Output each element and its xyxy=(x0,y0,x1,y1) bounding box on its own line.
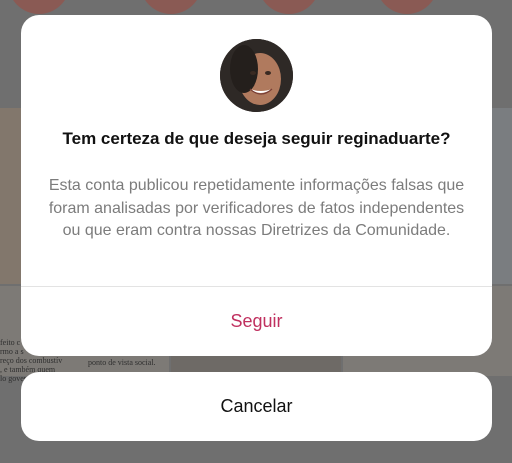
dialog-title: Tem certeza de que deseja seguir reginad… xyxy=(62,129,451,148)
follow-button[interactable]: Seguir xyxy=(21,287,492,356)
background-post-text: ponto de vista social. xyxy=(88,358,156,367)
follow-confirmation-dialog: Tem certeza de que deseja seguir reginad… xyxy=(21,15,492,356)
profile-avatar xyxy=(220,39,293,112)
background-story-avatar xyxy=(8,0,70,14)
dialog-message: Esta conta publicou repetidamente inform… xyxy=(48,177,465,239)
background-story-avatar xyxy=(376,0,438,14)
background-story-avatar xyxy=(258,0,320,14)
screen: feito c rmo a s reço dos combustív , e t… xyxy=(0,0,512,463)
background-story-avatar xyxy=(140,0,202,14)
cancel-button[interactable]: Cancelar xyxy=(21,372,492,441)
